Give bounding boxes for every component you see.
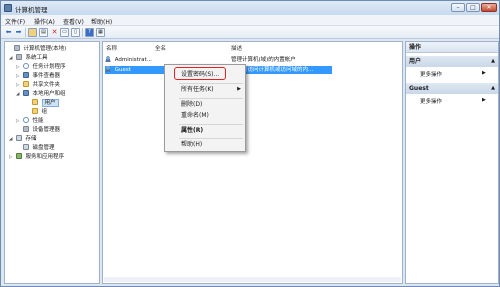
user-list-pane[interactable]: 名称 全名 描述 Administrat... 管理计算机(域)的内置帐户 Gu… — [102, 41, 403, 284]
submenu-arrow-icon: ▶ — [482, 70, 486, 76]
menu-item-rename[interactable]: 重命名(M) — [181, 111, 209, 120]
collapse-triangle-icon[interactable]: ◢ — [9, 55, 14, 63]
collapse-triangle-icon[interactable]: ◢ — [9, 136, 14, 144]
tree-item-shared-folders[interactable]: ▷ 共享文件夹 — [16, 81, 60, 89]
export-icon[interactable]: ▯ — [71, 28, 80, 37]
submenu-arrow-icon: ▶ — [482, 97, 486, 103]
show-hide-tree-icon[interactable]: ▤ — [39, 28, 48, 37]
close-button[interactable]: ✕ — [481, 3, 497, 12]
list-item-administrator[interactable]: Administrat... 管理计算机(域)的内置帐户 — [105, 56, 332, 64]
column-header-name[interactable]: 名称 — [106, 44, 117, 52]
actions-pane: 操作 用户 ▲ 更多操作 ▶ Guest ▲ 更多操作 ▶ — [405, 41, 499, 284]
collapse-caret-icon[interactable]: ▲ — [491, 83, 495, 94]
tree-item-users[interactable]: 用户 — [25, 99, 59, 107]
menu-separator — [179, 138, 243, 139]
user-icon — [105, 56, 111, 62]
delete-icon[interactable]: ✕ — [50, 28, 59, 37]
menu-item-properties[interactable]: 属性(R) — [181, 126, 203, 135]
disk-icon — [22, 144, 29, 150]
actions-section-guest[interactable]: Guest ▲ — [406, 83, 498, 94]
actions-section-users[interactable]: 用户 ▲ — [406, 56, 498, 67]
menu-action[interactable]: 操作(A) — [34, 17, 55, 26]
view-icon[interactable]: ▦ — [96, 28, 105, 37]
collapse-caret-icon[interactable]: ▲ — [491, 56, 495, 67]
console-tree[interactable]: 计算机管理(本地) ◢ 系统工具 ▷ 任务计划程序 ▷ 事件查看器 ▷ 共享文件… — [4, 41, 100, 284]
set-password-highlight-box — [174, 67, 226, 80]
storage-icon — [15, 135, 22, 141]
properties-icon[interactable]: ▭ — [60, 28, 69, 37]
menu-help[interactable]: 帮助(H) — [91, 17, 112, 26]
tree-item-computer-management[interactable]: 计算机管理(本地) — [7, 45, 66, 53]
up-folder-icon[interactable] — [28, 28, 37, 37]
computer-management-window: 计算机管理 – □ ✕ 文件(F) 操作(A) 查看(V) 帮助(H) ⬅ ➡ … — [0, 0, 500, 287]
expand-triangle-icon[interactable]: ▷ — [16, 73, 21, 81]
tree-item-local-users-groups[interactable]: ◢ 本地用户和组 — [16, 90, 66, 98]
tree-item-storage[interactable]: ◢ 存储 — [9, 135, 37, 143]
menu-item-help[interactable]: 帮助(H) — [181, 140, 202, 149]
expand-triangle-icon[interactable]: ▷ — [16, 64, 21, 72]
column-header-description[interactable]: 描述 — [231, 44, 242, 52]
toolbar-separator — [82, 28, 83, 37]
expand-triangle-icon[interactable]: ▷ — [16, 118, 21, 126]
window-title: 计算机管理 — [15, 6, 48, 14]
title-bar[interactable]: 计算机管理 – □ ✕ — [1, 1, 499, 15]
users-groups-icon — [22, 90, 29, 96]
tree-item-system-tools[interactable]: ◢ 系统工具 — [9, 54, 48, 62]
folder-icon — [31, 108, 38, 114]
tree-item-event-viewer[interactable]: ▷ 事件查看器 — [16, 72, 60, 80]
tools-icon — [15, 54, 22, 60]
actions-header: 操作 — [406, 42, 498, 53]
maximize-button[interactable]: □ — [466, 3, 480, 12]
menu-item-delete[interactable]: 删除(D) — [181, 100, 202, 109]
help-icon[interactable]: ? — [85, 28, 94, 37]
device-manager-icon — [22, 126, 29, 132]
computer-icon — [13, 45, 20, 51]
tree-item-groups[interactable]: 组 — [25, 108, 47, 116]
menu-separator — [179, 124, 243, 125]
folder-icon — [31, 99, 38, 105]
tree-item-task-scheduler[interactable]: ▷ 任务计划程序 — [16, 63, 66, 71]
menu-separator — [179, 83, 243, 84]
forward-arrow-icon[interactable]: ➡ — [14, 28, 23, 37]
tree-item-device-manager[interactable]: 设备管理器 — [16, 126, 60, 134]
toolbar: ⬅ ➡ ▤ ✕ ▭ ▯ ? ▦ — [1, 26, 499, 39]
submenu-arrow-icon: ▶ — [237, 86, 241, 92]
clock-icon — [22, 63, 29, 69]
expand-triangle-icon[interactable]: ▷ — [9, 154, 14, 162]
menu-separator — [179, 98, 243, 99]
menu-item-all-tasks[interactable]: 所有任务(K) ▶ — [181, 85, 245, 94]
collapse-triangle-icon[interactable]: ◢ — [16, 91, 21, 99]
column-header-fullname[interactable]: 全名 — [155, 44, 166, 52]
back-arrow-icon[interactable]: ⬅ — [4, 28, 13, 37]
toolbar-separator — [25, 28, 26, 37]
more-actions-guest[interactable]: 更多操作 ▶ — [420, 97, 486, 105]
tree-item-services-apps[interactable]: ▷ 服务和应用程序 — [9, 153, 64, 161]
more-actions-users[interactable]: 更多操作 ▶ — [420, 70, 486, 78]
menu-file[interactable]: 文件(F) — [5, 17, 25, 26]
tree-item-disk-management[interactable]: 磁盘管理 — [16, 144, 55, 152]
menu-view[interactable]: 查看(V) — [63, 17, 84, 26]
computer-management-icon — [4, 4, 12, 12]
tree-item-performance[interactable]: ▷ 性能 — [16, 117, 44, 125]
user-icon — [105, 66, 111, 72]
event-viewer-icon — [22, 72, 29, 78]
expand-triangle-icon[interactable]: ▷ — [16, 82, 21, 90]
performance-icon — [22, 117, 29, 123]
horizontal-scrollbar[interactable] — [104, 277, 401, 282]
menu-bar: 文件(F) 操作(A) 查看(V) 帮助(H) — [1, 15, 499, 26]
shared-folder-icon — [22, 81, 29, 87]
services-icon — [15, 153, 22, 159]
minimize-button[interactable]: – — [451, 3, 465, 12]
